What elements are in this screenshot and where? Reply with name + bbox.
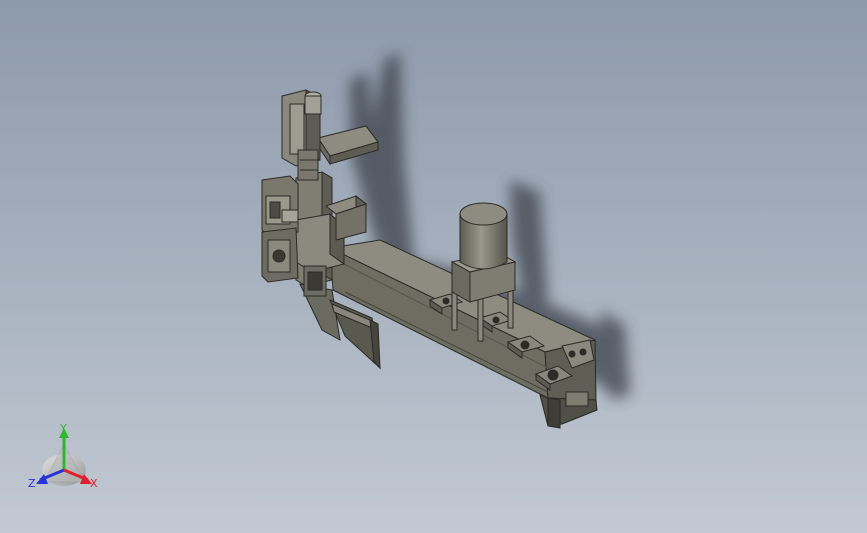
3d-model-scene[interactable]: Y X Z (0, 0, 867, 533)
z-axis-label: Z (28, 477, 36, 490)
cad-viewport[interactable]: Y X Z (0, 0, 867, 533)
x-axis-label: X (90, 477, 98, 490)
y-axis-label: Y (59, 422, 67, 435)
motor-assembly[interactable] (450, 202, 517, 303)
side-actuator[interactable] (261, 175, 299, 283)
top-actuator[interactable] (281, 89, 322, 181)
coordinate-triad[interactable]: Y X Z (28, 422, 98, 490)
